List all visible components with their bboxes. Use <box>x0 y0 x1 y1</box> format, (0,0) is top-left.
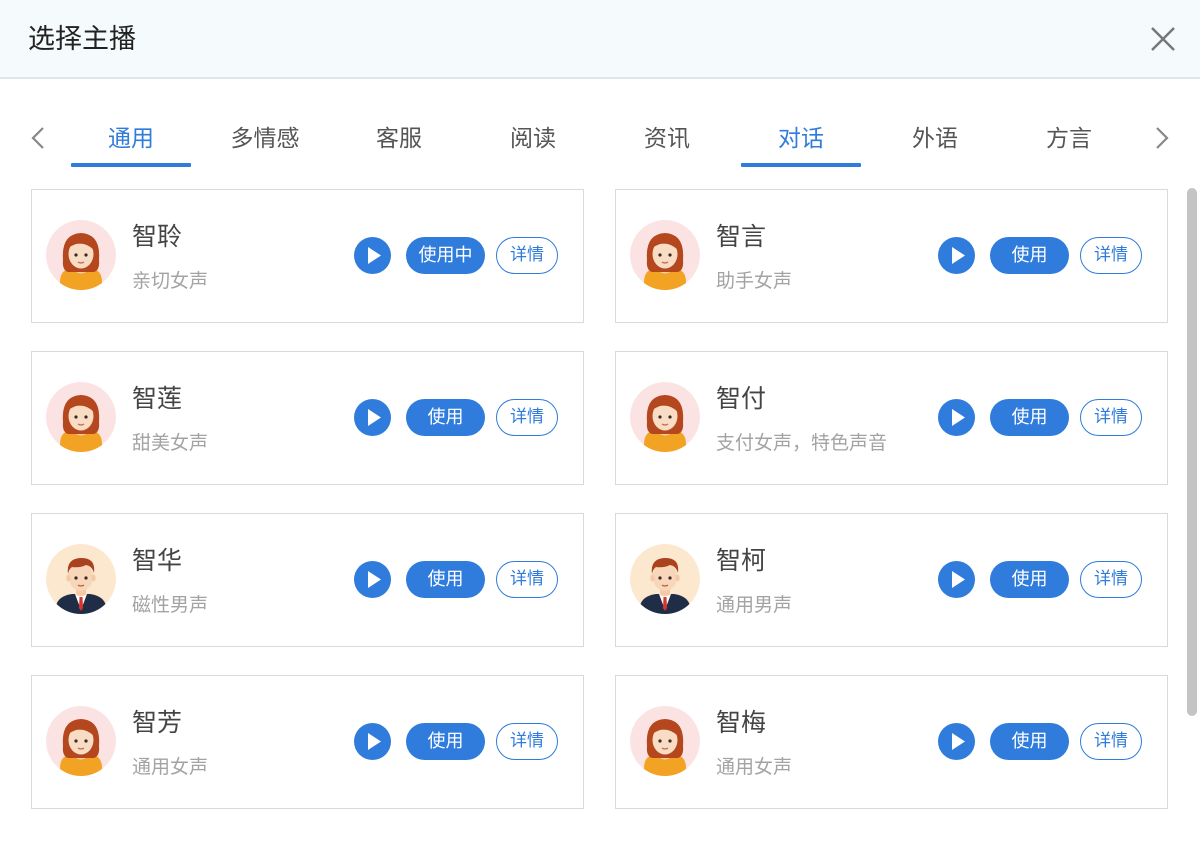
anchor-description: 助手女声 <box>716 270 793 292</box>
anchor-name: 智莲 <box>132 384 183 413</box>
use-button[interactable]: 使用 <box>990 237 1069 274</box>
details-button[interactable]: 详情 <box>496 399 558 436</box>
anchor-card: 智芳 通用女声 使用 详情 <box>31 675 584 809</box>
details-button[interactable]: 详情 <box>496 237 558 274</box>
anchor-card: 智莲 甜美女声 使用 详情 <box>31 351 584 485</box>
play-icon[interactable] <box>354 561 391 598</box>
tab-news[interactable]: 资讯 <box>607 108 727 165</box>
anchor-description: 甜美女声 <box>132 432 209 454</box>
details-button[interactable]: 详情 <box>1080 723 1142 760</box>
anchor-name: 智言 <box>716 222 767 251</box>
anchor-name: 智付 <box>716 384 767 413</box>
male-avatar-icon <box>630 544 700 614</box>
female-avatar-icon <box>46 706 116 776</box>
anchor-card: 智柯 通用男声 使用 详情 <box>615 513 1168 647</box>
anchor-card: 智付 支付女声，特色声音 使用 详情 <box>615 351 1168 485</box>
female-avatar-icon <box>630 220 700 290</box>
use-button[interactable]: 使用 <box>990 561 1069 598</box>
anchor-card: 智华 磁性男声 使用 详情 <box>31 513 584 647</box>
anchor-name: 智柯 <box>716 546 767 575</box>
tab-reading[interactable]: 阅读 <box>473 108 593 165</box>
chevron-left-icon[interactable] <box>26 122 50 154</box>
anchor-description: 磁性男声 <box>132 594 209 616</box>
tab-dialect[interactable]: 方言 <box>1009 108 1129 165</box>
tab-dialogue[interactable]: 对话 <box>741 108 861 167</box>
anchor-description: 通用男声 <box>716 594 793 616</box>
chevron-right-icon[interactable] <box>1150 122 1174 154</box>
female-avatar-icon <box>46 382 116 452</box>
use-button[interactable]: 使用 <box>406 723 485 760</box>
anchor-name: 智梅 <box>716 708 767 737</box>
use-button[interactable]: 使用 <box>990 399 1069 436</box>
anchor-description: 通用女声 <box>132 756 209 778</box>
anchor-card: 智聆 亲切女声 使用中 详情 <box>31 189 584 323</box>
play-icon[interactable] <box>938 723 975 760</box>
anchor-name: 智华 <box>132 546 183 575</box>
anchor-name: 智聆 <box>132 222 183 251</box>
play-icon[interactable] <box>354 399 391 436</box>
tab-foreign-language[interactable]: 外语 <box>875 108 995 165</box>
details-button[interactable]: 详情 <box>1080 561 1142 598</box>
anchor-card: 智言 助手女声 使用 详情 <box>615 189 1168 323</box>
use-button[interactable]: 使用中 <box>406 237 485 274</box>
use-button[interactable]: 使用 <box>406 399 485 436</box>
anchor-name: 智芳 <box>132 708 183 737</box>
male-avatar-icon <box>46 544 116 614</box>
play-icon[interactable] <box>354 723 391 760</box>
use-button[interactable]: 使用 <box>406 561 485 598</box>
anchor-description: 亲切女声 <box>132 270 209 292</box>
details-button[interactable]: 详情 <box>1080 399 1142 436</box>
play-icon[interactable] <box>938 561 975 598</box>
female-avatar-icon <box>630 382 700 452</box>
tab-multi-emotion[interactable]: 多情感 <box>205 108 325 165</box>
female-avatar-icon <box>630 706 700 776</box>
female-avatar-icon <box>46 220 116 290</box>
tab-customer-service[interactable]: 客服 <box>339 108 459 165</box>
details-button[interactable]: 详情 <box>1080 237 1142 274</box>
dialog-title: 选择主播 <box>28 24 136 55</box>
anchor-description: 支付女声，特色声音 <box>716 432 888 454</box>
play-icon[interactable] <box>938 399 975 436</box>
dialog-header: 选择主播 <box>0 0 1200 79</box>
close-icon[interactable] <box>1148 24 1178 54</box>
details-button[interactable]: 详情 <box>496 561 558 598</box>
play-icon[interactable] <box>354 237 391 274</box>
voice-category-tabs: 通用 多情感 客服 阅读 资讯 对话 外语 方言 <box>0 108 1200 168</box>
scrollbar-thumb[interactable] <box>1187 188 1197 716</box>
anchor-card: 智梅 通用女声 使用 详情 <box>615 675 1168 809</box>
anchor-description: 通用女声 <box>716 756 793 778</box>
use-button[interactable]: 使用 <box>990 723 1069 760</box>
play-icon[interactable] <box>938 237 975 274</box>
details-button[interactable]: 详情 <box>496 723 558 760</box>
tab-general[interactable]: 通用 <box>71 108 191 167</box>
